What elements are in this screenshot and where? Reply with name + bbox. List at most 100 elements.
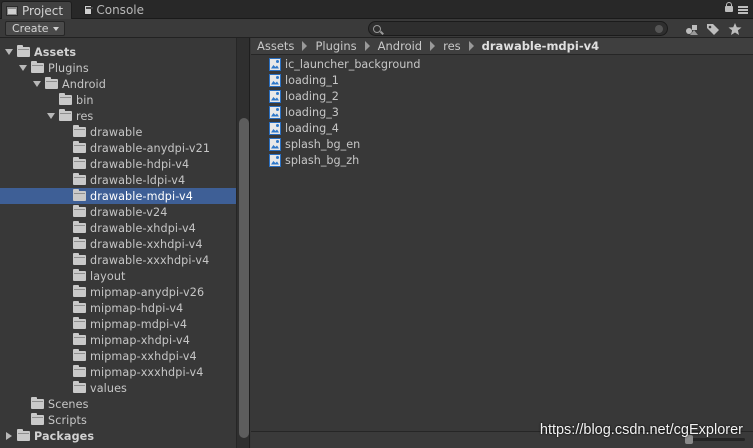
label-tag-icon (707, 23, 719, 35)
folder-icon (17, 45, 30, 57)
filter-by-label-button[interactable] (703, 20, 723, 37)
foldout-spacer (60, 303, 70, 313)
tree-item[interactable]: Scripts (0, 412, 236, 428)
tree-item[interactable]: Plugins (0, 60, 236, 76)
foldout-open-icon[interactable] (18, 63, 28, 73)
tree-item[interactable]: drawable-xxxhdpi-v4 (0, 252, 236, 268)
foldout-closed-icon[interactable] (4, 431, 14, 441)
tree-scrollbar-thumb[interactable] (239, 118, 249, 438)
breadcrumb-item[interactable]: Plugins (315, 39, 356, 53)
tree-item[interactable]: values (0, 380, 236, 396)
tree-item[interactable]: drawable-hdpi-v4 (0, 156, 236, 172)
breadcrumb-item[interactable]: drawable-mdpi-v4 (482, 39, 599, 53)
tree-item[interactable]: layout (0, 268, 236, 284)
tree-scrollbar[interactable] (236, 38, 249, 448)
tree-item[interactable]: drawable (0, 124, 236, 140)
folder-icon (73, 189, 86, 201)
tree-item[interactable]: mipmap-xhdpi-v4 (0, 332, 236, 348)
create-button-label: Create (12, 22, 49, 35)
search-cancel-icon[interactable] (655, 24, 663, 33)
asset-content-panel: Assets Plugins Android res drawable-mdpi-v4 … (251, 38, 753, 448)
tree-item[interactable]: drawable-xxhdpi-v4 (0, 236, 236, 252)
tree-item-label: mipmap-xxxhdpi-v4 (90, 365, 204, 379)
save-favorite-button[interactable] (725, 20, 745, 37)
star-icon (728, 22, 742, 35)
folder-tree-panel: Assets Plugins Android bin res drawable drawab… (0, 38, 250, 448)
tree-item-label: drawable (90, 125, 143, 139)
tree-item[interactable]: drawable-anydpi-v21 (0, 140, 236, 156)
search-box[interactable] (368, 21, 668, 36)
filter-by-type-button[interactable] (682, 20, 702, 37)
asset-item[interactable]: loading_4 (269, 120, 339, 136)
image-icon (269, 105, 281, 119)
tab-project[interactable]: Project (1, 1, 72, 19)
tab-bar: Project Console (0, 0, 753, 19)
foldout-open-icon[interactable] (4, 47, 14, 57)
tree-item[interactable]: bin (0, 92, 236, 108)
image-icon (269, 137, 281, 151)
tab-console[interactable]: Console (80, 1, 150, 19)
project-icon (6, 5, 18, 16)
folder-icon (73, 157, 86, 169)
tree-item-label: Packages (34, 429, 95, 443)
tree-item-label: values (90, 381, 127, 395)
asset-item-label: loading_2 (285, 89, 339, 103)
tree-item-label: mipmap-hdpi-v4 (90, 301, 184, 315)
folder-icon (73, 221, 86, 233)
tree-item-label: Plugins (48, 61, 89, 75)
asset-item[interactable]: loading_1 (269, 72, 339, 88)
foldout-open-icon[interactable] (32, 79, 42, 89)
chevron-right-icon (430, 41, 436, 51)
tree-item-label: Scenes (48, 397, 89, 411)
chevron-right-icon (468, 41, 474, 51)
tree-item-label: drawable-v24 (90, 205, 168, 219)
image-icon (269, 73, 281, 87)
foldout-open-icon[interactable] (46, 111, 56, 121)
asset-item[interactable]: splash_bg_en (269, 136, 360, 152)
asset-item-label: splash_bg_en (285, 137, 361, 151)
foldout-spacer (60, 351, 70, 361)
foldout-spacer (60, 191, 70, 201)
create-button[interactable]: Create (5, 21, 65, 36)
search-icon (373, 24, 381, 33)
asset-item[interactable]: loading_3 (269, 104, 339, 120)
asset-item[interactable]: splash_bg_zh (269, 152, 359, 168)
asset-item-label: loading_3 (285, 105, 339, 119)
tree-item-label: drawable-xxhdpi-v4 (90, 237, 203, 251)
lock-icon[interactable] (725, 2, 733, 12)
tree-item[interactable]: Assets (0, 44, 236, 60)
folder-icon (73, 285, 86, 297)
filter-by-type-icon (686, 24, 698, 35)
breadcrumb-item[interactable]: Assets (257, 39, 294, 53)
icon-size-slider[interactable] (685, 435, 745, 444)
tree-item[interactable]: Scenes (0, 396, 236, 412)
menu-icon[interactable] (738, 6, 748, 14)
breadcrumb-item[interactable]: res (443, 39, 461, 53)
tree-item-label: drawable-hdpi-v4 (90, 157, 190, 171)
foldout-spacer (60, 239, 70, 249)
asset-item-label: loading_1 (285, 73, 339, 87)
tree-item[interactable]: Android (0, 76, 236, 92)
image-icon (269, 121, 281, 135)
tree-item[interactable]: drawable-ldpi-v4 (0, 172, 236, 188)
asset-item-label: ic_launcher_background (285, 57, 421, 71)
asset-item[interactable]: loading_2 (269, 88, 339, 104)
tree-item[interactable]: Packages (0, 428, 236, 444)
tree-item[interactable]: drawable-v24 (0, 204, 236, 220)
search-input[interactable] (387, 22, 655, 35)
tree-item[interactable]: mipmap-hdpi-v4 (0, 300, 236, 316)
folder-icon (73, 349, 86, 361)
tree-item-label: drawable-mdpi-v4 (90, 189, 193, 203)
chevron-down-icon (52, 26, 59, 31)
watermark-text: https://blog.csdn.net/cgExplorer (539, 422, 743, 438)
breadcrumb-item[interactable]: Android (378, 39, 422, 53)
tree-item[interactable]: mipmap-xxhdpi-v4 (0, 348, 236, 364)
console-icon (84, 5, 94, 15)
tree-item[interactable]: res (0, 108, 236, 124)
tree-item[interactable]: mipmap-anydpi-v26 (0, 284, 236, 300)
tree-item[interactable]: drawable-mdpi-v4 (0, 188, 236, 204)
tree-item[interactable]: mipmap-xxxhdpi-v4 (0, 364, 236, 380)
tree-item[interactable]: drawable-xhdpi-v4 (0, 220, 236, 236)
tree-item[interactable]: mipmap-mdpi-v4 (0, 316, 236, 332)
asset-item[interactable]: ic_launcher_background (269, 56, 420, 72)
